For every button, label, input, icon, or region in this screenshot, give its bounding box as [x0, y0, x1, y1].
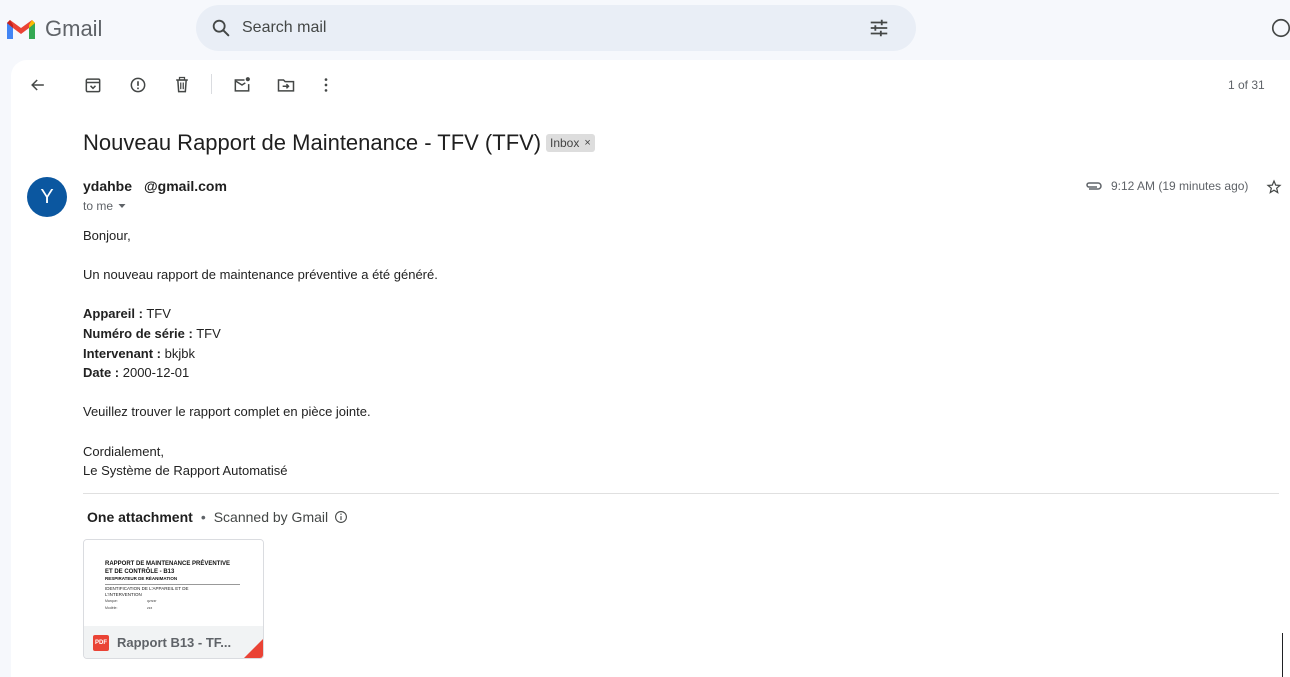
scan-note: Scanned by Gmail	[213, 509, 329, 525]
attachments-heading: One attachment	[87, 509, 193, 525]
gmail-logo[interactable]: Gmail	[5, 16, 102, 42]
field-intervenant: Intervenant : bkjbk	[83, 344, 983, 364]
preview-row-label: Modèle:	[105, 606, 118, 610]
attachment-clip-icon	[1086, 182, 1102, 190]
search-bar[interactable]	[196, 5, 916, 51]
star-icon[interactable]	[1266, 179, 1282, 195]
field-value: TFV	[192, 325, 221, 341]
signoff: Cordialement,	[83, 443, 164, 459]
preview-row: Marque: qzrzzr	[105, 598, 263, 605]
remove-label-button[interactable]: ×	[584, 137, 590, 149]
sender-email[interactable]: ydahbe @gmail.com	[83, 178, 227, 194]
sender-avatar[interactable]: Y	[27, 177, 67, 217]
attachment-card[interactable]: RAPPORT DE MAINTENANCE PRÉVENTIVE ET DE …	[83, 539, 264, 659]
field-label: Appareil :	[83, 306, 143, 322]
info-icon[interactable]	[334, 510, 348, 524]
greeting: Bonjour,	[83, 228, 131, 243]
preview-row-value: qzrzzr	[147, 599, 157, 603]
email-subject: Nouveau Rapport de Maintenance - TFV (TF…	[83, 130, 542, 155]
more-options-icon[interactable]	[316, 75, 336, 95]
attachments-header: One attachment • Scanned by Gmail	[87, 509, 348, 525]
email-body: Bonjour, Un nouveau rapport de maintenan…	[83, 226, 983, 481]
field-appareil: Appareil : TFV	[83, 304, 983, 324]
report-spam-icon[interactable]	[128, 75, 148, 95]
app-name: Gmail	[45, 16, 103, 41]
attachment-footer[interactable]: PDF Rapport B13 - TF...	[84, 626, 263, 658]
preview-title-line1: RAPPORT DE MAINTENANCE PRÉVENTIVE	[105, 561, 231, 567]
closing-note: Veuillez trouver le rapport complet en p…	[83, 404, 371, 420]
preview-row: Modèle: zzz	[105, 605, 263, 612]
field-label: Numéro de série :	[83, 325, 193, 341]
file-corner-fold	[243, 639, 263, 658]
recipient-text: to me	[83, 199, 114, 213]
message-time: 9:12 AM (19 minutes ago)	[1111, 179, 1249, 193]
top-bar: Gmail	[0, 0, 1290, 58]
search-input[interactable]	[242, 19, 842, 37]
move-to-icon[interactable]	[276, 75, 296, 95]
preview-row-value: zzz	[147, 606, 153, 610]
toolbar-separator	[211, 74, 212, 94]
gmail-logo-icon	[7, 20, 35, 39]
preview-title-line2: ET DE CONTRÔLE - B13	[105, 569, 175, 575]
attachment-name[interactable]: Rapport B13 - TF...	[117, 635, 231, 650]
sender-email-suffix: @gmail.com	[144, 178, 227, 194]
field-label: Intervenant :	[83, 345, 162, 361]
signature: Le Système de Rapport Automatisé	[83, 463, 288, 479]
preview-row-label: Marque:	[105, 599, 118, 603]
chevron-down-icon[interactable]	[117, 201, 127, 211]
inbox-label-text: Inbox	[550, 136, 580, 150]
separator-dot: •	[200, 509, 206, 525]
search-icon[interactable]	[210, 17, 232, 39]
help-icon[interactable]	[1270, 17, 1290, 39]
message-counter: 1 of 31	[1228, 78, 1265, 92]
delete-icon[interactable]	[172, 75, 192, 95]
search-options-icon[interactable]	[868, 17, 890, 39]
pdf-icon: PDF	[93, 634, 109, 651]
text-cursor	[1282, 633, 1283, 677]
sender-email-prefix: ydahbe	[83, 178, 133, 194]
redaction	[132, 181, 145, 191]
preview-subtitle: RESPIRATEUR DE RÉANIMATION	[105, 576, 178, 581]
attachments-divider	[83, 493, 1279, 494]
inbox-label[interactable]: Inbox ×	[546, 134, 595, 152]
recipient-details[interactable]: to me	[83, 199, 127, 213]
archive-icon[interactable]	[83, 75, 103, 95]
back-arrow-icon[interactable]	[28, 75, 48, 95]
field-date: Date : 2000-12-01	[83, 363, 983, 383]
field-value: 2000-12-01	[119, 365, 190, 381]
field-value: bkjbk	[161, 345, 195, 361]
field-value: TFV	[142, 306, 171, 322]
preview-rule	[105, 584, 240, 585]
intro-text: Un nouveau rapport de maintenance préven…	[83, 267, 438, 283]
field-numero-serie: Numéro de série : TFV	[83, 324, 983, 344]
field-label: Date :	[83, 365, 120, 381]
mark-unread-icon[interactable]	[232, 75, 252, 95]
attachment-preview[interactable]: RAPPORT DE MAINTENANCE PRÉVENTIVE ET DE …	[84, 540, 263, 626]
